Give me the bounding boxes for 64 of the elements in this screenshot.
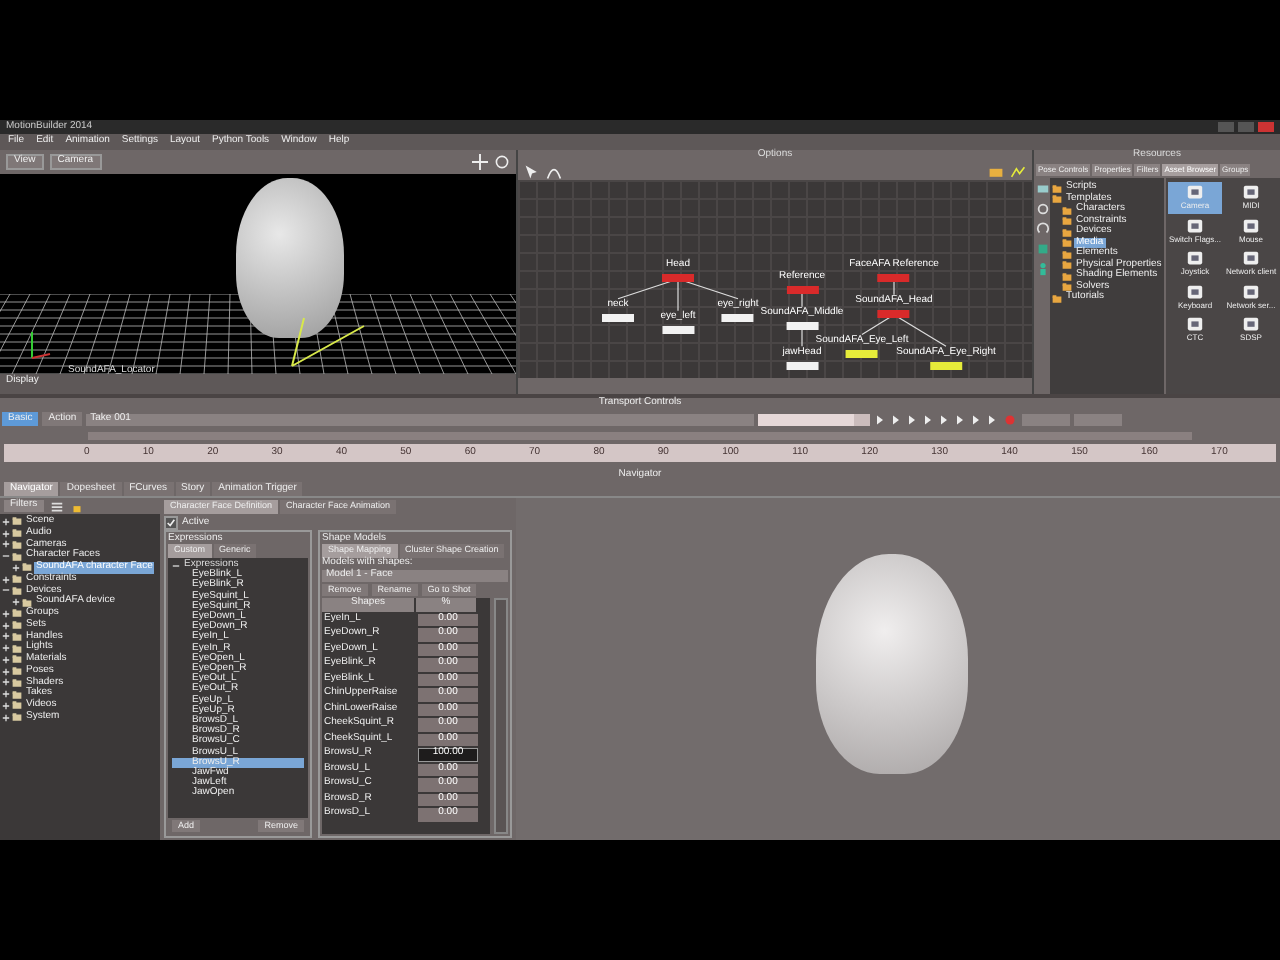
expand-icon[interactable] [2,655,10,664]
device-icon [1184,250,1206,269]
expand-icon[interactable] [2,517,10,526]
scrollbar[interactable] [494,598,508,834]
list-icon[interactable] [49,499,64,513]
skip-end-icon[interactable] [986,413,999,425]
schematic-node[interactable] [878,273,910,281]
expand-icon[interactable] [2,667,10,676]
step-forward-icon[interactable] [970,413,983,425]
schematic-node[interactable] [786,321,818,329]
viewport[interactable] [516,498,1280,840]
speed-slider[interactable] [758,413,871,425]
skip-start-icon[interactable] [874,413,887,425]
rotate-icon[interactable] [1035,222,1049,237]
axis-icon [28,330,52,362]
expand-icon[interactable] [2,678,10,687]
expand-icon[interactable] [2,621,10,630]
schematic-node[interactable] [662,273,694,281]
schematic-node[interactable] [662,325,694,333]
schematic-node[interactable] [786,361,818,369]
expand-icon[interactable] [12,563,20,572]
arc-icon[interactable] [546,163,562,179]
pointer-icon[interactable] [524,163,540,179]
folder-icon[interactable] [988,163,1004,179]
schematic-node[interactable] [930,361,962,369]
schematic-node[interactable] [722,313,754,321]
expand-icon[interactable] [2,701,10,710]
schematic-node[interactable] [602,313,634,321]
curve-icon[interactable] [1010,163,1026,179]
device-icon [1240,315,1262,334]
step-back-icon[interactable] [890,413,903,425]
expand-icon[interactable] [2,540,10,549]
schematic-node[interactable] [846,349,878,357]
move-icon[interactable] [472,154,488,170]
device-icon [1184,283,1206,302]
camera-icon[interactable] [1035,182,1049,197]
device-icon [1240,217,1262,236]
expand-icon[interactable] [2,575,10,584]
expand-icon[interactable] [2,609,10,618]
connector-line [893,278,895,296]
device-icon [1240,184,1262,203]
expand-icon[interactable] [12,598,20,607]
collapse-icon[interactable] [2,552,10,561]
stop-icon[interactable] [922,413,935,425]
checkbox[interactable] [164,516,178,530]
expand-icon[interactable] [2,690,10,699]
expand-icon[interactable] [2,632,10,641]
expand-icon[interactable] [2,529,10,538]
device-icon [1240,283,1262,302]
schematic-node[interactable] [786,285,818,293]
collapse-icon[interactable] [2,586,10,595]
schematic-node[interactable] [878,309,910,317]
device-icon [1184,217,1206,236]
connector-line [801,290,803,308]
next-key-icon[interactable] [954,413,967,425]
device-icon [1184,184,1206,203]
device-icon [1240,250,1262,269]
expand-icon[interactable] [2,713,10,722]
expand-icon[interactable] [2,644,10,653]
device-icon [1184,315,1206,334]
play-icon[interactable] [938,413,951,425]
previous-key-icon[interactable] [906,413,919,425]
rotate-icon[interactable] [494,154,510,170]
connector-line [801,325,803,347]
